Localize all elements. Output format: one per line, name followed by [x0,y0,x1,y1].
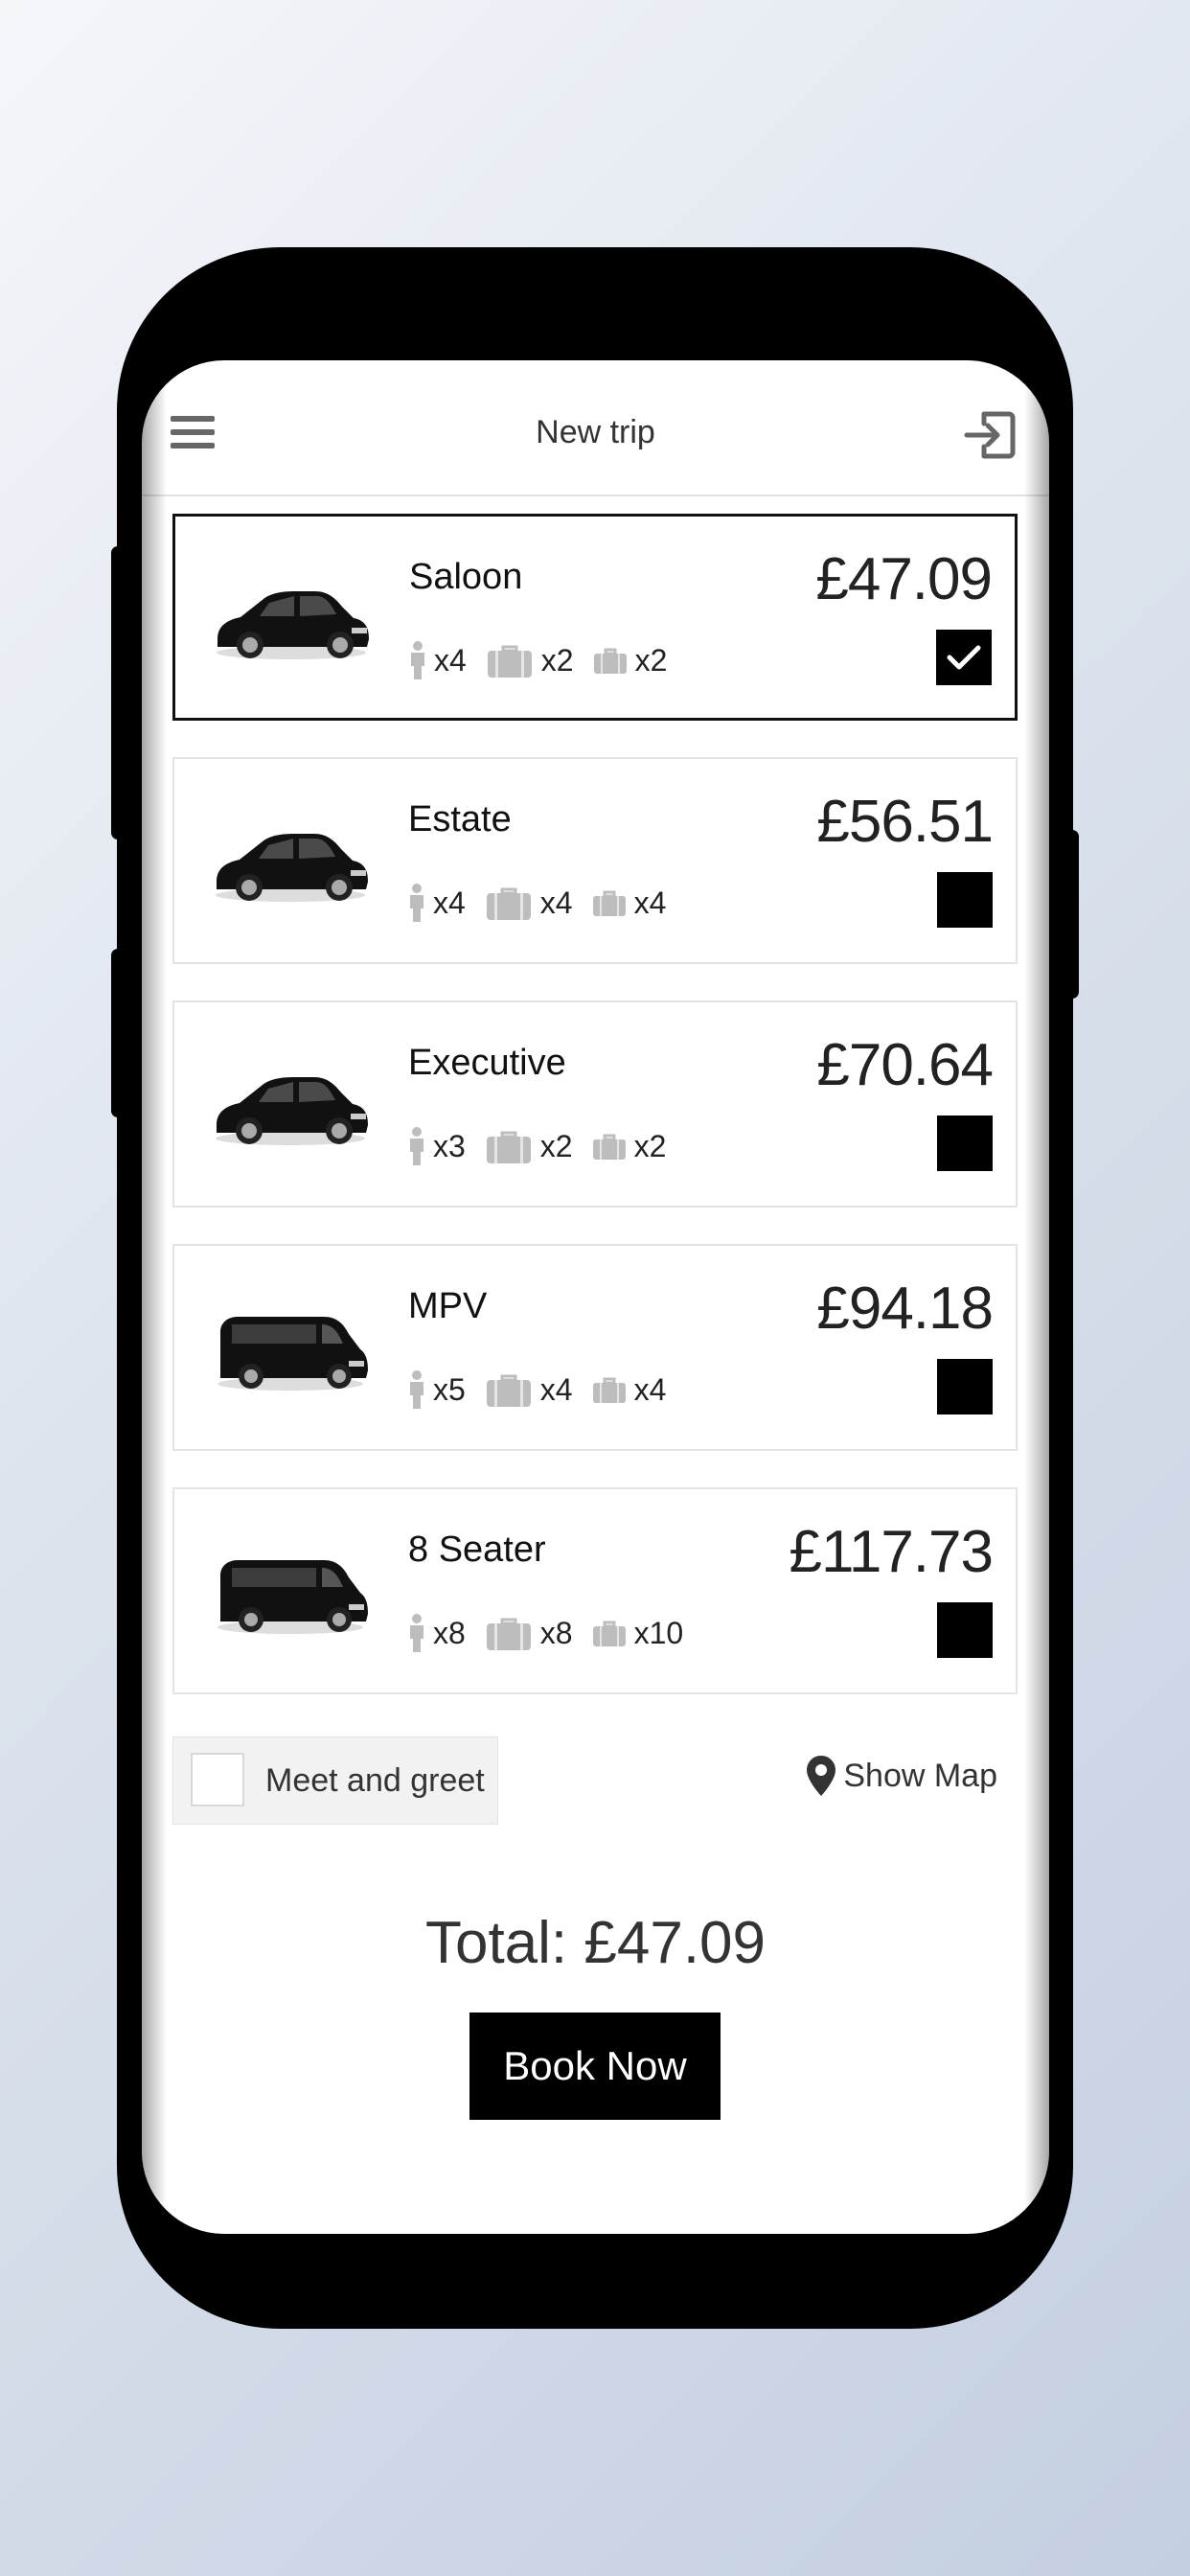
large-luggage-count: x8 [539,1615,573,1650]
book-now-button[interactable]: Book Now [469,2012,721,2120]
vehicle-select-checkbox[interactable] [937,1602,993,1658]
vehicle-price: £117.73 [789,1519,994,1585]
vehicle-select-checkbox[interactable] [937,1116,993,1171]
vehicle-price: £70.64 [816,1032,994,1098]
small-luggage-icon [592,1134,626,1160]
app-header: New trip [142,360,1049,496]
large-luggage-count: x4 [539,885,573,920]
large-luggage-icon [486,887,531,920]
app-screen: New trip Saloon x4 x2 x2 £47.09 Estate x4 x4 x4 £… [142,360,1049,2234]
passenger-icon [410,1370,423,1409]
mpv-van-image [209,1294,372,1399]
passenger-icon [410,1614,423,1652]
minibus-image [209,1537,372,1643]
small-luggage-count: x4 [633,885,667,920]
vehicle-card-saloon[interactable]: Saloon x4 x2 x2 £47.09 [172,514,1018,721]
total-price: Total: £47.09 [424,1910,767,1976]
small-luggage-icon [592,890,626,916]
large-luggage-count: x4 [539,1371,573,1407]
vehicle-name: Estate [408,799,512,840]
large-luggage-icon [487,645,532,678]
executive-car-image [209,1050,372,1156]
small-luggage-count: x10 [633,1615,684,1650]
vehicle-card-8-seater[interactable]: 8 Seater x8 x8 x10 £117.73 [172,1487,1018,1694]
vehicle-name: Executive [408,1043,566,1083]
small-luggage-count: x2 [634,642,668,678]
passenger-count: x3 [433,1128,466,1163]
saloon-car-image [210,564,373,670]
passenger-icon [410,884,423,922]
passenger-icon [410,1127,423,1165]
map-pin-icon [807,1756,836,1796]
passenger-count: x8 [433,1615,466,1650]
vehicle-name: 8 Seater [408,1530,546,1570]
small-luggage-icon [593,648,627,674]
large-luggage-icon [486,1374,531,1407]
show-map-link[interactable]: Show Map [807,1756,997,1796]
small-luggage-count: x2 [633,1128,667,1163]
vehicle-name: MPV [408,1286,488,1326]
vehicle-name: Saloon [409,557,523,597]
passenger-count: x4 [433,885,466,920]
vehicle-list: Saloon x4 x2 x2 £47.09 Estate x4 x4 x4 £56.51 Exec… [172,514,1019,1731]
page-title: New trip [536,414,655,450]
large-luggage-icon [486,1131,531,1163]
vehicle-price: £94.18 [816,1276,994,1342]
vehicle-card-estate[interactable]: Estate x4 x4 x4 £56.51 [172,757,1018,964]
show-map-label: Show Map [843,1757,997,1794]
vehicle-price: £47.09 [815,546,993,612]
logout-icon[interactable] [963,408,1017,462]
meet-and-greet-option[interactable]: Meet and greet [172,1736,498,1825]
large-luggage-icon [486,1618,531,1650]
vehicle-select-checkbox[interactable] [937,1359,993,1414]
estate-car-image [209,807,372,912]
vehicle-capacity: x3 x2 x2 [408,1125,685,1167]
small-luggage-icon [592,1377,626,1403]
vehicle-capacity: x4 x4 x4 [408,882,685,924]
vehicle-card-mpv[interactable]: MPV x5 x4 x4 £94.18 [172,1244,1018,1451]
vehicle-capacity: x4 x2 x2 [409,639,686,681]
vehicle-select-checkbox[interactable] [937,872,993,928]
large-luggage-count: x2 [539,1128,573,1163]
meet-and-greet-checkbox[interactable] [191,1753,244,1806]
vehicle-select-checkbox[interactable] [936,630,992,685]
vehicle-price: £56.51 [816,789,994,855]
passenger-count: x4 [434,642,467,678]
checkmark-icon [947,645,981,670]
passenger-icon [411,641,424,679]
vehicle-card-executive[interactable]: Executive x3 x2 x2 £70.64 [172,1000,1018,1208]
small-luggage-count: x4 [633,1371,667,1407]
meet-and-greet-label: Meet and greet [265,1762,485,1799]
vehicle-capacity: x8 x8 x10 [408,1612,702,1654]
passenger-count: x5 [433,1371,466,1407]
vehicle-capacity: x5 x4 x4 [408,1368,685,1411]
small-luggage-icon [592,1621,626,1646]
large-luggage-count: x2 [540,642,574,678]
